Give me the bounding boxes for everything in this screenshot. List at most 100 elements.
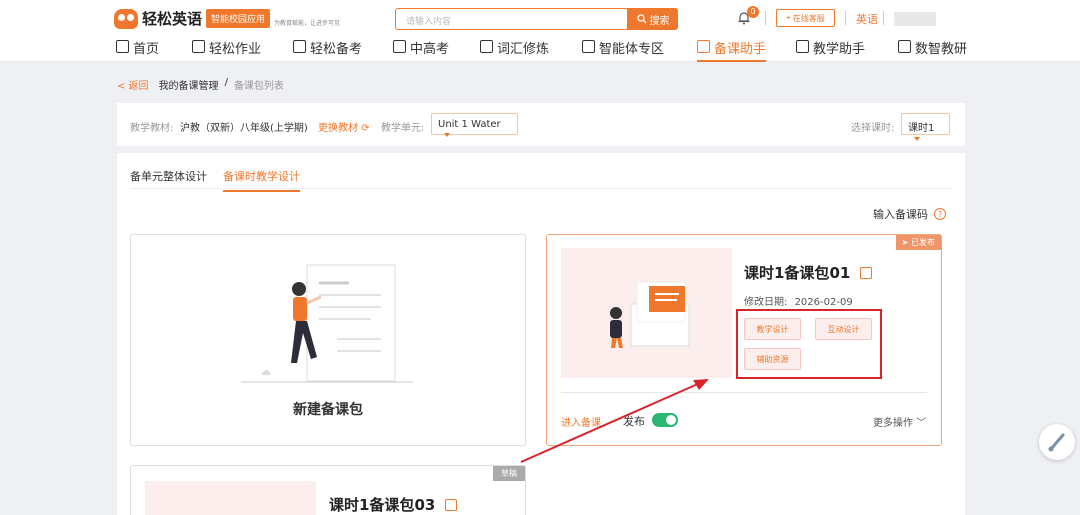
edit-icon[interactable] (445, 498, 458, 511)
logo-badge: 智能校园应用 (206, 9, 271, 28)
floating-brush-button[interactable] (1039, 424, 1075, 460)
nav-label: 轻松作业 (209, 42, 262, 57)
document-icon (393, 40, 406, 53)
package-card[interactable]: ➤ 已发布 课时1备课包01 修改日期: 2026-02-09 教学设计 互动设… (546, 234, 942, 446)
nav-label: 首页 (133, 42, 160, 57)
location-pin-icon: ⌖ (786, 13, 791, 22)
lesson-prep-icon (697, 40, 710, 53)
publish-toggle[interactable] (652, 413, 678, 427)
lesson-select[interactable]: 课时1 (901, 113, 950, 141)
package-thumbnail (561, 248, 732, 378)
logo-slogan: 为教育赋能，让进步可见 (274, 20, 341, 27)
nav-item-homework[interactable]: 轻松作业 (192, 38, 261, 62)
breadcrumb-level1[interactable]: 我的备课管理 (159, 77, 219, 92)
header-divider (765, 11, 766, 25)
unit-select[interactable]: Unit 1 Water (431, 113, 518, 137)
lesson-label: 选择课时: (851, 123, 895, 134)
search-button[interactable]: 搜索 (628, 8, 678, 30)
caret-down-icon (914, 137, 920, 141)
breadcrumb: < 返回 我的备课管理 / 备课包列表 (117, 77, 284, 92)
header-divider (845, 11, 846, 25)
date-value: 2026-02-09 (794, 297, 853, 308)
language-switch[interactable]: 英语 (856, 11, 878, 27)
breadcrumb-level2: 备课包列表 (233, 81, 284, 92)
back-link[interactable]: < 返回 (117, 77, 149, 92)
nav-item-vocabulary[interactable]: 词汇修炼 (480, 38, 549, 62)
nav-item-lesson-assistant[interactable]: 备课助手 (697, 38, 767, 62)
thumbnail-illustration (610, 281, 690, 348)
nav-label: 数智教研 (915, 42, 968, 57)
help-icon: ? (934, 208, 946, 220)
notification-badge: 0 (747, 6, 759, 18)
online-service-button[interactable]: ⌖ 在线客服 (776, 9, 835, 27)
edit-icon[interactable] (860, 266, 873, 279)
owl-logo-icon (114, 8, 138, 29)
shield-icon (192, 40, 205, 53)
publish-label: 发布 (623, 415, 645, 428)
teaching-icon (796, 40, 809, 53)
nav-item-exam-prep[interactable]: 轻松备考 (293, 38, 362, 62)
online-service-label: 在线客服 (792, 13, 825, 23)
user-name-placeholder[interactable] (894, 12, 936, 26)
nav-item-home[interactable]: 首页 (116, 38, 159, 62)
breadcrumb-separator: / (224, 77, 228, 88)
nav-item-teaching-assistant[interactable]: 教学助手 (796, 38, 865, 62)
main-panel: 备单元整体设计 备课时教学设计 输入备课码 ? 新建备课包 ➤ 已发布 课时1备… (117, 153, 965, 515)
research-icon (898, 40, 911, 53)
nav-label: 词汇修炼 (497, 42, 550, 57)
published-badge: ➤ 已发布 (895, 235, 941, 250)
card-divider (561, 392, 927, 393)
more-operations-menu[interactable]: 更多操作 ﹀ (873, 414, 926, 429)
unit-label: 教学单元: (381, 123, 425, 134)
main-nav: 首页 轻松作业 轻松备考 中高考 词汇修炼 智能体专区 备课助手 教学助手 数智… (0, 38, 1080, 62)
input-code-link[interactable]: 输入备课码 ? (873, 206, 946, 222)
top-header: 轻松英语 智能校园应用 为教育赋能，让进步可见 请输入内容 搜索 0 ⌖ 在线客… (0, 0, 1080, 62)
app-logo[interactable]: 轻松英语 智能校园应用 为教育赋能，让进步可见 (114, 8, 340, 29)
lesson-select-value: 课时1 (908, 123, 935, 134)
change-textbook-button[interactable]: 更换教材 ⟳ (318, 119, 370, 134)
change-textbook-label: 更换教材 (318, 123, 358, 134)
nav-label: 教学助手 (813, 42, 866, 57)
filter-bar: 教学教材: 沪教（双新）八年级(上学期) 更换教材 ⟳ 教学单元: Unit 1… (117, 103, 965, 146)
date-label: 修改日期: (744, 297, 788, 308)
caret-down-icon (444, 133, 450, 137)
input-code-label: 输入备课码 (873, 208, 928, 221)
chevron-down-icon: ﹀ (916, 418, 927, 429)
unit-select-value: Unit 1 Water (438, 119, 501, 130)
package-title: 课时1备课包01 (744, 264, 851, 282)
agent-icon (582, 40, 595, 53)
package-title-row: 课时1备课包01 (744, 262, 873, 283)
nav-label: 轻松备考 (310, 42, 363, 57)
new-package-title: 新建备课包 (293, 402, 363, 418)
vocabulary-icon (480, 40, 493, 53)
tabs-underline (130, 188, 952, 189)
published-badge-label: 已发布 (911, 238, 935, 247)
textbook-label: 教学教材: (130, 123, 174, 134)
nav-label: 中高考 (410, 42, 450, 57)
nav-label: 智能体专区 (599, 42, 665, 57)
logo-text: 轻松英语 (142, 10, 203, 28)
package-title-row: 课时1备课包03 (329, 494, 458, 515)
package-thumbnail (145, 481, 316, 515)
package-date: 修改日期: 2026-02-09 (744, 293, 853, 308)
nav-item-entrance-exam[interactable]: 中高考 (393, 38, 449, 62)
draft-badge: 草稿 (493, 466, 525, 481)
package-card[interactable]: 草稿 课时1备课包03 (130, 465, 526, 515)
nav-item-research[interactable]: 数智教研 (898, 38, 967, 62)
nav-label: 备课助手 (714, 42, 767, 57)
new-package-illustration (241, 264, 413, 383)
send-icon: ➤ (901, 238, 911, 247)
search-icon (636, 14, 646, 24)
search-input[interactable]: 请输入内容 (395, 8, 628, 30)
package-title: 课时1备课包03 (329, 496, 436, 514)
nav-item-agent-zone[interactable]: 智能体专区 (582, 38, 664, 62)
document-edit-icon (293, 40, 306, 53)
brush-icon (1048, 433, 1065, 452)
tab-unit-design[interactable]: 备单元整体设计 (130, 168, 207, 190)
textbook-value: 沪教（双新）八年级(上学期) (180, 123, 308, 134)
annotation-highlight-box (736, 309, 882, 379)
enter-lesson-link[interactable]: 进入备课 (561, 414, 601, 429)
new-package-card[interactable]: 新建备课包 (130, 234, 526, 446)
header-divider (883, 11, 884, 25)
refresh-icon: ⟳ (361, 123, 370, 134)
